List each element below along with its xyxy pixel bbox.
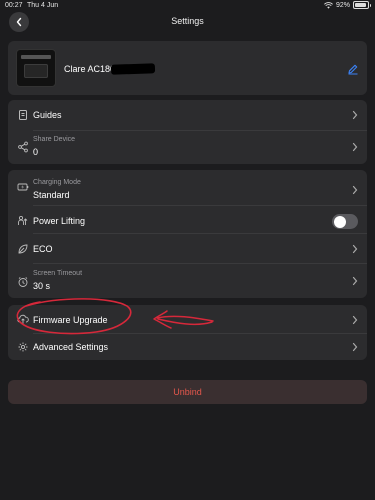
charging-mode-value: Standard [33, 190, 70, 200]
chevron-right-icon [352, 244, 358, 254]
pencil-icon[interactable] [347, 63, 359, 75]
chevron-right-icon [352, 110, 358, 120]
charging-mode-row[interactable]: Charging Mode Standard [8, 170, 367, 203]
page-title: Settings [171, 16, 204, 26]
group-general: Guides Share Device 0 [8, 100, 367, 164]
advanced-settings-row[interactable]: Advanced Settings [8, 334, 367, 360]
firmware-upgrade-row[interactable]: Firmware Upgrade [8, 305, 367, 332]
chevron-right-icon [352, 185, 358, 195]
advanced-settings-label: Advanced Settings [33, 342, 109, 352]
share-device-value: 0 [33, 147, 39, 157]
share-icon [18, 141, 28, 153]
clock-icon [18, 277, 28, 287]
unbind-button[interactable]: Unbind [8, 380, 367, 404]
chevron-right-icon [352, 342, 358, 352]
device-card[interactable]: Clare AC180 [8, 41, 367, 95]
device-image [16, 49, 56, 87]
power-lifting-icon [18, 215, 28, 225]
share-device-row[interactable]: Share Device 0 [8, 131, 367, 164]
settings-icon [18, 342, 28, 352]
share-device-label: Share Device [33, 136, 76, 143]
firmware-upgrade-label: Firmware Upgrade [33, 315, 108, 325]
chevron-right-icon [352, 142, 358, 152]
chevron-right-icon [352, 276, 358, 286]
toggle-knob [333, 215, 346, 228]
document-icon [19, 110, 27, 120]
charging-icon [17, 183, 29, 191]
cloud-upload-icon [17, 314, 29, 324]
wifi-icon [324, 1, 333, 9]
group-power: Charging Mode Standard Power Lifting ECO [8, 170, 367, 298]
status-time: 00:27 [5, 2, 23, 9]
redaction-mark [110, 63, 156, 75]
status-right: 92% [324, 1, 371, 9]
eco-row[interactable]: ECO [8, 234, 367, 264]
status-date: Thu 4 Jun [27, 2, 59, 9]
battery-percent: 92% [335, 1, 350, 9]
power-lifting-label: Power Lifting [33, 216, 86, 226]
eco-label: ECO [33, 244, 53, 254]
leaf-icon [18, 244, 28, 254]
charging-mode-label: Charging Mode [33, 179, 81, 186]
guides-row[interactable]: Guides [8, 100, 367, 130]
device-name: Clare AC180 [64, 64, 116, 74]
power-lifting-row: Power Lifting [8, 206, 367, 236]
group-system: Firmware Upgrade Advanced Settings [8, 305, 367, 360]
screen-timeout-row[interactable]: Screen Timeout 30 s [8, 264, 367, 298]
screen-timeout-value: 30 s [33, 281, 51, 291]
guides-label: Guides [33, 110, 62, 120]
status-bar: 00:27 Thu 4 Jun 92% [0, 0, 375, 12]
battery-icon [353, 1, 371, 9]
screen-timeout-label: Screen Timeout [33, 270, 83, 277]
power-lifting-toggle[interactable] [332, 214, 358, 229]
chevron-right-icon [352, 315, 358, 325]
